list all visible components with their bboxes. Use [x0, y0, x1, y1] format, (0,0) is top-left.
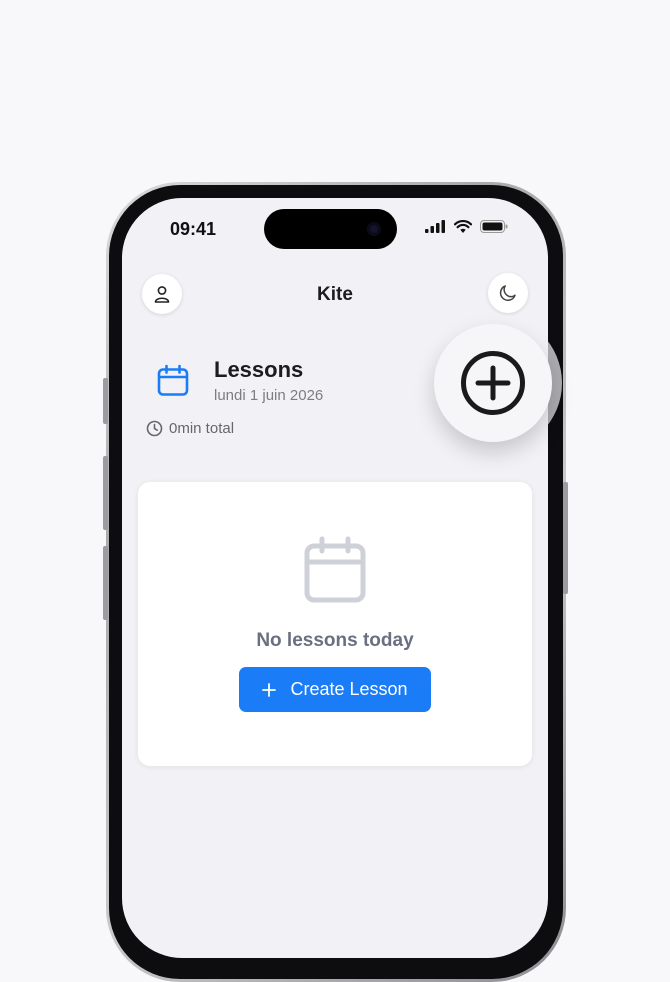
add-lesson-button[interactable] — [434, 324, 552, 442]
moon-icon — [499, 285, 516, 301]
front-camera — [367, 222, 381, 236]
wifi-icon — [454, 220, 472, 233]
empty-state-message: No lessons today — [256, 630, 414, 651]
status-time: 09:41 — [170, 219, 217, 239]
current-date: lundi 1 juin 2026 — [214, 387, 324, 404]
empty-calendar-icon — [304, 536, 366, 603]
empty-state-card: No lessons today Create Lesson — [138, 482, 532, 766]
page-title: Lessons — [214, 357, 304, 382]
dynamic-island — [264, 209, 397, 249]
status-icons — [425, 220, 508, 233]
plus-circle-icon — [461, 351, 525, 415]
total-duration-label: 0min total — [169, 420, 235, 437]
battery-icon — [480, 220, 508, 233]
total-duration: 0min total — [146, 420, 234, 437]
cellular-signal-icon — [425, 220, 445, 233]
app-title: Kite — [317, 284, 353, 305]
app-screen: 09:41 Kite Lessons lundi 1 juin 2026 0mi… — [122, 198, 548, 958]
phone-volume-down-button — [103, 546, 108, 620]
plus-icon — [262, 682, 277, 697]
clock-icon — [146, 420, 163, 437]
create-lesson-button[interactable]: Create Lesson — [239, 667, 431, 712]
phone-volume-up-button — [103, 456, 108, 530]
create-lesson-label: Create Lesson — [290, 679, 408, 699]
theme-toggle-button[interactable] — [488, 273, 528, 313]
phone-action-button — [103, 378, 108, 424]
phone-power-button — [563, 482, 568, 594]
calendar-icon — [157, 364, 189, 396]
